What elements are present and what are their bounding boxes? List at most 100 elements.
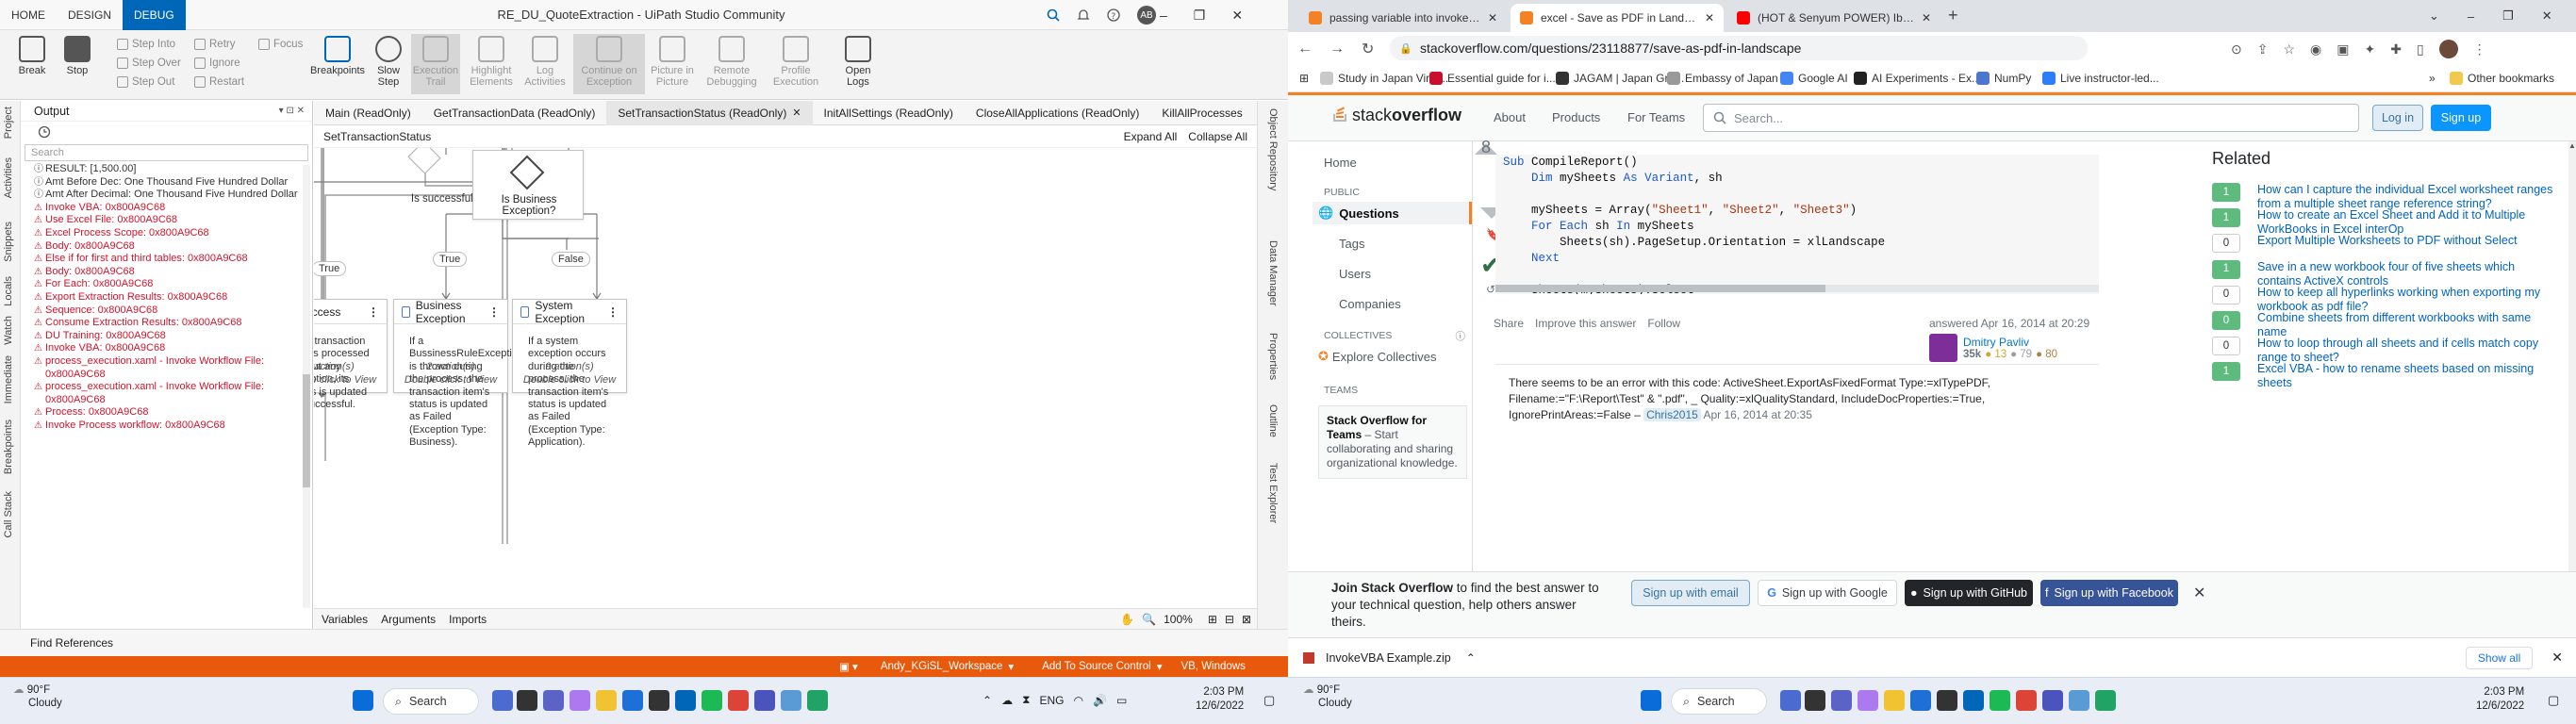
signup-google-button[interactable]: G Sign up with Google	[1758, 580, 1897, 606]
related-item[interactable]: 1 Save in a new workbook four of five she…	[2212, 259, 2561, 288]
bookmark-google-ai[interactable]: Google AI	[1780, 70, 1848, 87]
strip-immediate[interactable]: Immediate	[3, 355, 14, 403]
output-line[interactable]: ⚠ Consume Extraction Results: 0x800A9C68	[32, 317, 301, 330]
ribbon-tab-design[interactable]: DESIGN	[57, 0, 123, 30]
close-tab-icon[interactable]: ✕	[1922, 11, 1931, 25]
card-menu-icon[interactable]: ⋮	[607, 305, 619, 319]
related-link[interactable]: Export Multiple Worksheets to PDF withou…	[2257, 234, 2561, 248]
bell-icon[interactable]	[1077, 8, 1090, 22]
decision-card-business-exception[interactable]: Is Business Exception?	[472, 150, 584, 220]
close-tab-icon[interactable]: ✕	[1705, 11, 1714, 25]
status-icon[interactable]: ▣ ▾	[839, 660, 858, 673]
focus-button[interactable]: Focus	[258, 36, 303, 53]
bookmark-jagam[interactable]: JAGAM | Japan Gra...	[1556, 70, 1684, 87]
user-name[interactable]: Dmitry Pavliv	[1963, 336, 2057, 349]
app-icon-2[interactable]	[781, 690, 801, 711]
output-line[interactable]: ⓘ RESULT: [1,500.00]	[32, 163, 301, 176]
output-line[interactable]: ⚠ Process: 0x800A9C68	[32, 406, 301, 420]
teams-app-icon[interactable]	[754, 690, 775, 711]
share-icon[interactable]: ⇪	[2257, 41, 2269, 58]
help-icon[interactable]: ?	[1107, 8, 1120, 22]
breadcrumb[interactable]: SetTransactionStatus	[323, 130, 431, 143]
collapse-all-link[interactable]: Collapse All	[1188, 130, 1247, 143]
task-view-icon[interactable]	[1805, 690, 1825, 711]
maximize-icon[interactable]: ❐	[1194, 8, 1206, 24]
bookmark-embassy-of-japan[interactable]: Embassy of Japan i...	[1667, 70, 1793, 87]
app-icon-1[interactable]	[570, 690, 590, 711]
related-item[interactable]: 0 Combine sheets from different workbooks…	[2212, 311, 2561, 339]
strip-call-stack[interactable]: Call Stack	[3, 491, 14, 538]
signup-email-button[interactable]: Sign up with email	[1631, 580, 1750, 606]
volume-icon[interactable]: 🔊	[1093, 694, 1107, 707]
output-line[interactable]: ⚠ Else if for first and third tables: 0x8…	[32, 253, 301, 266]
taskbar-search[interactable]: ⌕ Search	[1671, 688, 1767, 715]
expand-all-link[interactable]: Expand All	[1124, 130, 1178, 143]
output-line[interactable]: ⚠ Use Excel File: 0x800A9C68	[32, 214, 301, 227]
search-icon[interactable]	[1047, 8, 1060, 22]
output-line[interactable]: ⚠ Invoke Process workflow: 0x800A9C68	[32, 420, 301, 433]
so-logo[interactable]: stackoverflow	[1331, 105, 1461, 125]
share-link[interactable]: Share	[1494, 317, 1524, 330]
nav-products[interactable]: Products	[1552, 110, 1600, 124]
bookmark-live-instructor[interactable]: Live instructor-led...	[2042, 70, 2159, 87]
doc-tab-closeallapplications[interactable]: CloseAllApplications (ReadOnly)	[965, 101, 1150, 125]
highlight-elements-button[interactable]: Highlight Elements	[466, 34, 517, 94]
minimize-icon[interactable]: –	[1160, 8, 1167, 23]
chrome-icon[interactable]	[2016, 690, 2037, 711]
output-line[interactable]: ⚠ Excel Process Scope: 0x800A9C68	[32, 227, 301, 240]
arguments-tab[interactable]: Arguments	[381, 613, 436, 626]
remote-debugging-button[interactable]: Remote Debugging	[702, 34, 762, 94]
output-line[interactable]: ⚠ Sequence: 0x800A9C68	[32, 304, 301, 318]
picture-in-picture-button[interactable]: Picture in Picture	[649, 34, 696, 94]
card-menu-icon[interactable]: ⋮	[368, 305, 379, 319]
clock-icon[interactable]	[38, 125, 51, 139]
google-lens-icon[interactable]: ⊙	[2231, 41, 2242, 58]
file-explorer-icon[interactable]	[596, 690, 617, 711]
step-out-button[interactable]: Step Out	[117, 74, 174, 90]
slow-step-button[interactable]: Slow Step	[370, 34, 407, 94]
open-logs-button[interactable]: Open Logs	[837, 34, 879, 94]
fit-icon[interactable]: ⊞	[1208, 613, 1217, 626]
chrome-tab-youtube[interactable]: (HOT & Senyum POWER) Ibu Baja✕	[1727, 4, 1940, 32]
retry-button[interactable]: Retry	[194, 36, 235, 53]
nav-about[interactable]: About	[1494, 110, 1526, 124]
strip-project[interactable]: Project	[3, 107, 14, 139]
flowchart-canvas[interactable]: Is successful? True Is Business Exceptio…	[314, 148, 1247, 608]
wifi-icon[interactable]: ◠	[1074, 694, 1083, 707]
strip-test-explorer[interactable]: Test Explorer	[1267, 463, 1279, 523]
extension-icon-2[interactable]: ▣	[2337, 41, 2349, 58]
close-banner-icon[interactable]: ✕	[2193, 584, 2205, 602]
output-line[interactable]: ⚠ DU Training: 0x800A9C68	[32, 330, 301, 343]
output-line[interactable]: ⚠ Body: 0x800A9C68	[32, 266, 301, 279]
forward-icon[interactable]: →	[1329, 41, 1345, 58]
related-link[interactable]: How to keep all hyperlinks working when …	[2257, 286, 2561, 314]
related-item[interactable]: 1 How can I capture the individual Excel …	[2212, 183, 2561, 211]
related-link[interactable]: How can I capture the individual Excel w…	[2257, 183, 2561, 211]
other-bookmarks[interactable]: Other bookmarks	[2450, 70, 2554, 87]
related-item[interactable]: 1 How to create an Excel Sheet and Add it…	[2212, 208, 2561, 237]
related-link[interactable]: Combine sheets from different workbooks …	[2257, 311, 2561, 339]
sequence-card-success[interactable]: Success⋮If the transaction item is proce…	[314, 299, 388, 410]
sidebar-item-questions[interactable]: 🌐 Questions	[1313, 202, 1472, 224]
imports-tab[interactable]: Imports	[449, 613, 487, 626]
reload-icon[interactable]: ↻	[1362, 40, 1374, 58]
weather-widget[interactable]: ☁ 90°F Cloudy	[13, 683, 62, 710]
new-tab-button[interactable]: +	[1948, 6, 1958, 25]
notification-icon[interactable]: ▢	[1263, 693, 1275, 708]
uipath-icon[interactable]	[1963, 690, 1984, 711]
close-icon[interactable]: ✕	[1231, 8, 1243, 24]
chrome-tab-save-as-pdf[interactable]: excel - Save as PDF in Landscape ✕	[1511, 4, 1724, 32]
ignore-button[interactable]: Ignore	[194, 55, 240, 72]
strip-outline[interactable]: Outline	[1267, 404, 1279, 437]
output-line[interactable]: ⚠ For Each: 0x800A9C68	[32, 278, 301, 291]
bookmarks-overflow-icon[interactable]: »	[2429, 70, 2436, 87]
execution-trail-button[interactable]: Execution Trail	[411, 34, 460, 94]
uipath-icon[interactable]	[675, 690, 696, 711]
breakpoints-button[interactable]: Breakpoints	[309, 34, 366, 94]
follow-link[interactable]: Follow	[1647, 317, 1680, 330]
app-icon-1[interactable]	[1858, 690, 1878, 711]
chrome-icon[interactable]	[728, 690, 749, 711]
doc-tab-settransactionstatus[interactable]: SetTransactionStatus (ReadOnly) ✕	[606, 100, 813, 125]
bookmark-numpy[interactable]: NumPy	[1976, 70, 2031, 87]
tab-search-icon[interactable]: ⌄	[2429, 8, 2439, 24]
